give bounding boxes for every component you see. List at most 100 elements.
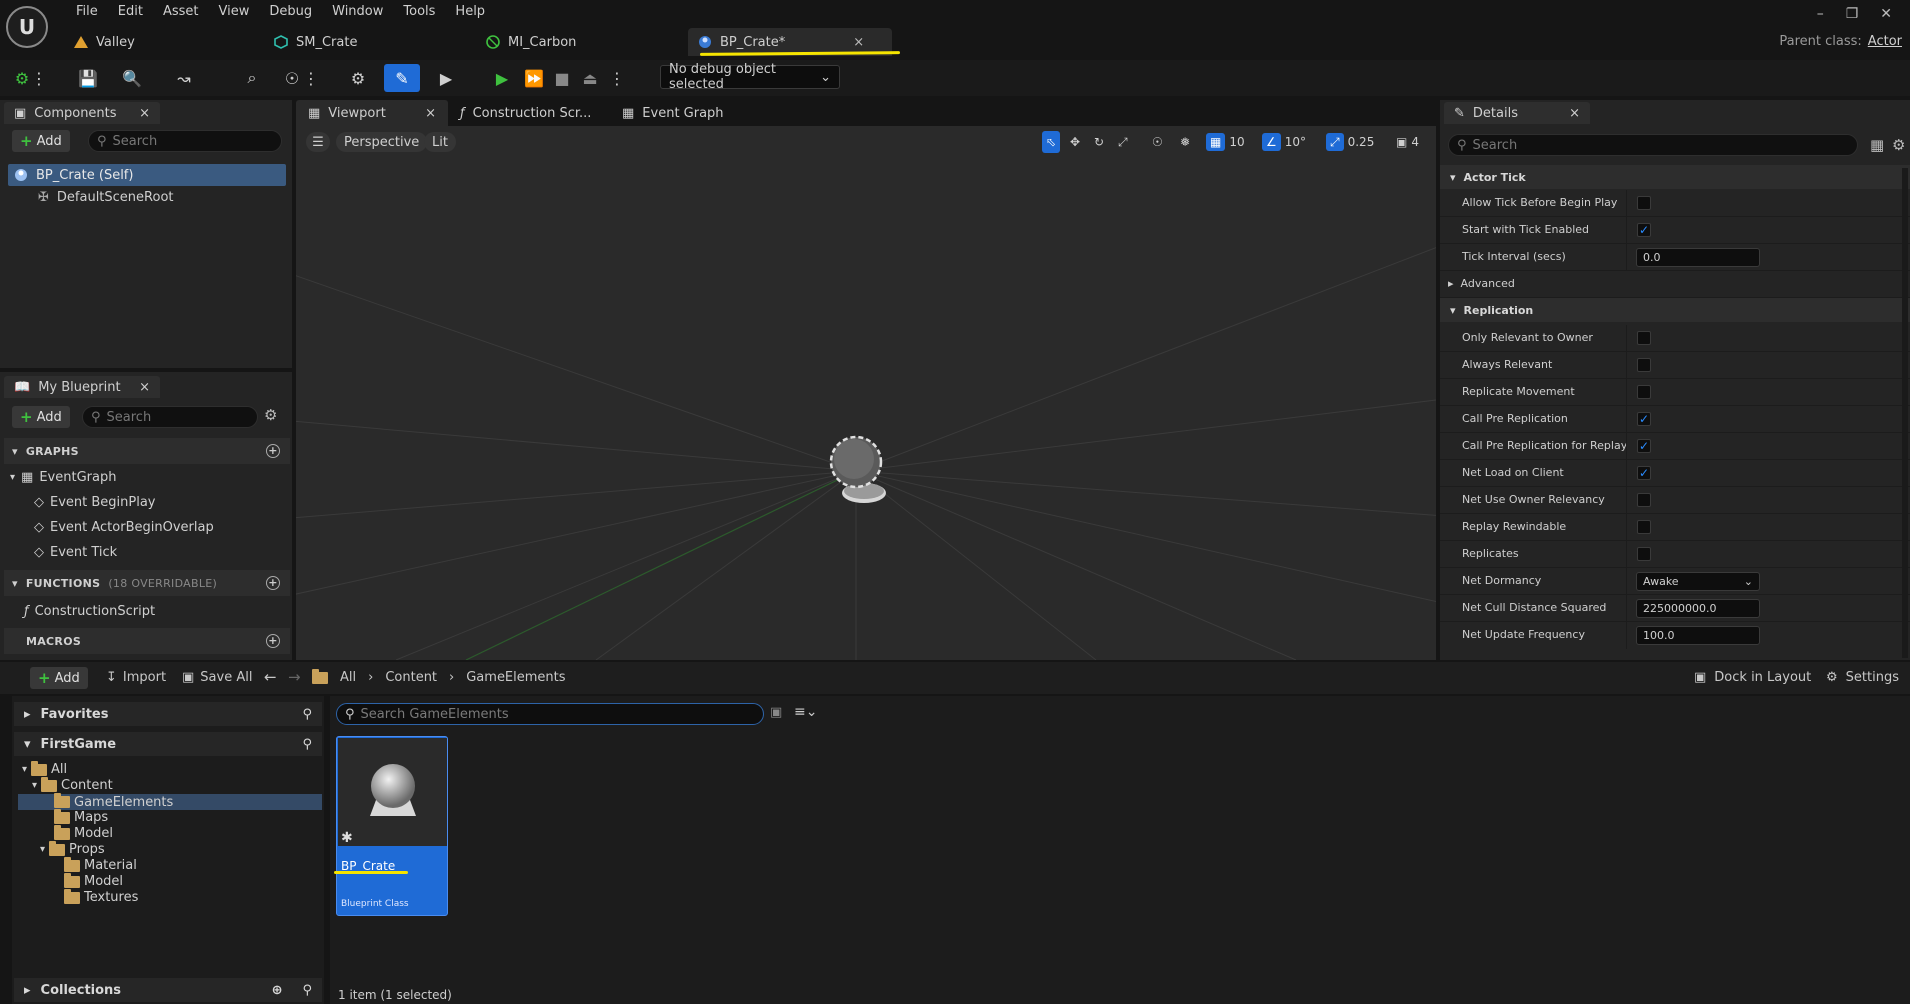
simulation-icon[interactable]: ▶ xyxy=(434,66,458,90)
details-search-input[interactable]: ⚲ Search xyxy=(1448,134,1858,156)
doc-tab-valley[interactable]: Valley xyxy=(64,28,264,56)
kebab-icon[interactable]: ⋮ xyxy=(303,66,319,90)
scale-snap-toggle[interactable]: ⤢ 0.25 xyxy=(1322,131,1378,153)
folder-model[interactable]: Model xyxy=(54,824,113,841)
functions-section-header[interactable]: ▾ FUNCTIONS (18 OVERRIDABLE) + xyxy=(4,570,290,596)
menu-debug[interactable]: Debug xyxy=(259,3,322,21)
step-icon[interactable]: ⏩ xyxy=(522,66,546,90)
macros-section-header[interactable]: MACROS + xyxy=(4,628,290,654)
class-settings-icon[interactable]: ⚙ xyxy=(346,66,370,90)
actor-tick-header[interactable]: ▾ Actor Tick xyxy=(1440,165,1910,189)
tab-viewport[interactable]: ▦ Viewport × xyxy=(296,100,448,126)
breadcrumb-all[interactable]: All xyxy=(340,670,356,685)
translate-icon[interactable]: ✥ xyxy=(1066,131,1084,153)
net-dormancy-select[interactable]: Awake ⌄ xyxy=(1636,572,1760,591)
back-icon[interactable]: ← xyxy=(264,668,277,686)
kebab-icon[interactable]: ⋮ xyxy=(609,66,625,90)
add-blueprint-item-button[interactable]: + Add xyxy=(12,406,70,428)
parent-class-link[interactable]: Actor xyxy=(1868,34,1902,49)
components-tab[interactable]: ▣ Components × xyxy=(4,102,160,124)
filter-icon[interactable]: ≡⌄ xyxy=(794,704,817,720)
menu-edit[interactable]: Edit xyxy=(108,3,153,21)
tab-event-graph[interactable]: ▦ Event Graph xyxy=(610,100,736,126)
menu-asset[interactable]: Asset xyxy=(153,3,209,21)
grid-snap-toggle[interactable]: ▦ 10 xyxy=(1202,131,1249,153)
content-settings-button[interactable]: ⚙ Settings xyxy=(1826,670,1899,685)
asset-tile-bp-crate[interactable]: ✱ BP_Crate Blueprint Class xyxy=(336,736,448,916)
call-pre-replication-replay-checkbox[interactable]: ✓ xyxy=(1637,439,1651,453)
close-icon[interactable]: × xyxy=(853,35,864,50)
net-cull-input[interactable]: 225000000.0 xyxy=(1636,599,1760,618)
scale-icon[interactable]: ⤢ xyxy=(1114,131,1132,153)
folder-maps[interactable]: Maps xyxy=(54,808,108,825)
event-actorbeginoverlap-item[interactable]: ◇ Event ActorBeginOverlap xyxy=(34,520,214,535)
menu-help[interactable]: Help xyxy=(445,3,495,21)
details-tab[interactable]: ✎ Details × xyxy=(1444,102,1590,124)
graphs-section-header[interactable]: ▾ GRAPHS + xyxy=(4,438,290,464)
close-icon[interactable]: × xyxy=(139,380,150,395)
add-component-button[interactable]: + Add xyxy=(12,130,70,152)
my-blueprint-tab[interactable]: 📖 My Blueprint × xyxy=(4,376,160,398)
folder-content[interactable]: ▾ Content xyxy=(32,776,113,793)
net-update-input[interactable]: 100.0 xyxy=(1636,626,1760,645)
call-pre-replication-checkbox[interactable]: ✓ xyxy=(1637,412,1651,426)
add-collection-icon[interactable]: ⊕ xyxy=(272,983,283,998)
net-use-owner-checkbox[interactable] xyxy=(1637,493,1651,507)
close-icon[interactable]: × xyxy=(139,106,150,121)
find-icon[interactable]: ⌕ xyxy=(240,66,264,90)
search-icon[interactable]: ⚲ xyxy=(302,983,312,998)
only-relevant-checkbox[interactable] xyxy=(1637,331,1651,345)
replicates-checkbox[interactable] xyxy=(1637,547,1651,561)
import-button[interactable]: ↧ Import xyxy=(106,670,166,685)
close-icon[interactable]: × xyxy=(1569,106,1580,121)
class-defaults-icon[interactable]: ✎ xyxy=(384,64,420,92)
menu-file[interactable]: File xyxy=(66,3,108,21)
replication-header[interactable]: ▾ Replication xyxy=(1440,298,1910,322)
construction-script-item[interactable]: ƒ ConstructionScript xyxy=(24,604,155,619)
forward-icon[interactable]: → xyxy=(288,668,301,686)
event-beginplay-item[interactable]: ◇ Event BeginPlay xyxy=(34,495,156,510)
add-macro-icon[interactable]: + xyxy=(266,634,280,648)
table-view-icon[interactable]: ▦ xyxy=(1870,136,1884,154)
add-function-icon[interactable]: + xyxy=(266,576,280,590)
always-relevant-checkbox[interactable] xyxy=(1637,358,1651,372)
hide-unrelated-icon[interactable]: ☉ xyxy=(280,66,304,90)
component-default-scene-root[interactable]: ✠ DefaultSceneRoot xyxy=(38,190,174,205)
doc-tab-mi-carbon[interactable]: MI_Carbon xyxy=(476,28,688,56)
folder-props[interactable]: ▾ Props xyxy=(40,840,105,857)
rotation-snap-toggle[interactable]: ∠ 10° xyxy=(1258,131,1310,153)
breadcrumb-gameelements[interactable]: GameElements xyxy=(466,670,565,685)
kebab-icon[interactable]: ⋮ xyxy=(31,66,47,90)
unreal-logo-icon[interactable]: U xyxy=(6,6,48,48)
tick-interval-input[interactable]: 0.0 xyxy=(1636,248,1760,267)
diff-icon[interactable]: ↝ xyxy=(172,66,196,90)
world-local-icon[interactable]: ☉ xyxy=(1148,131,1167,153)
allow-tick-checkbox[interactable] xyxy=(1637,196,1651,210)
surface-snap-icon[interactable]: ❅ xyxy=(1176,131,1194,153)
menu-tools[interactable]: Tools xyxy=(393,3,445,21)
doc-tab-sm-crate[interactable]: SM_Crate xyxy=(264,28,476,56)
event-graph-item[interactable]: ▾ ▦ EventGraph xyxy=(10,470,116,485)
prop-advanced[interactable]: ▸ Advanced xyxy=(1440,271,1910,298)
viewport[interactable]: ☰ Perspective Lit ⬁ ✥ ↻ ⤢ ☉ ❅ ▦ 10 ∠ 10°… xyxy=(296,126,1436,660)
search-icon[interactable]: ⚲ xyxy=(302,707,312,722)
select-mode-icon[interactable]: ⬁ xyxy=(1042,131,1061,153)
menu-window[interactable]: Window xyxy=(322,3,393,21)
component-self-item[interactable]: BP_Crate (Self) xyxy=(8,164,286,186)
start-tick-checkbox[interactable]: ✓ xyxy=(1637,223,1651,237)
scene-root-gizmo[interactable] xyxy=(826,431,906,511)
save-icon[interactable]: 💾 xyxy=(76,66,100,90)
search-icon[interactable]: ⚲ xyxy=(302,737,312,752)
lit-button[interactable]: Lit xyxy=(424,132,456,152)
minimize-icon[interactable]: – xyxy=(1817,6,1824,22)
viewport-options-icon[interactable]: ☰ xyxy=(306,132,330,152)
net-load-checkbox[interactable]: ✓ xyxy=(1637,466,1651,480)
folder-all[interactable]: ▾ All xyxy=(22,760,67,777)
close-icon[interactable]: × xyxy=(425,106,436,121)
event-tick-item[interactable]: ◇ Event Tick xyxy=(34,545,117,560)
close-window-icon[interactable]: ✕ xyxy=(1880,6,1892,22)
folder-material[interactable]: Material xyxy=(64,856,137,873)
folder-textures[interactable]: Textures xyxy=(64,888,138,905)
debug-object-select[interactable]: No debug object selected ⌄ xyxy=(660,62,840,92)
tab-construction-script[interactable]: ƒ Construction Scr... xyxy=(448,100,610,126)
